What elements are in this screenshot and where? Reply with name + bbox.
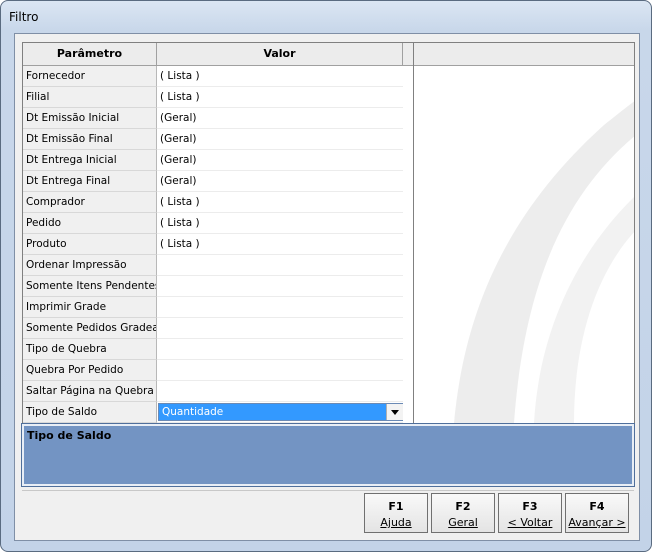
param-label: Dt Entrega Final xyxy=(23,171,157,192)
button-key: F3 xyxy=(522,500,538,513)
grid-row-tipo-de-quebra[interactable]: Tipo de Quebra xyxy=(23,339,417,360)
general-button[interactable]: F2 Geral xyxy=(431,493,495,533)
param-value[interactable]: (Geral) xyxy=(157,129,403,150)
param-label: Dt Emissão Final xyxy=(23,129,157,150)
next-button[interactable]: F4 Avançar > xyxy=(565,493,629,533)
chevron-down-icon[interactable] xyxy=(386,404,403,420)
tipo-de-saldo-cell[interactable]: Quantidade xyxy=(157,402,403,423)
help-button[interactable]: F1 Ajuda xyxy=(364,493,428,533)
param-value[interactable] xyxy=(157,255,403,276)
preview-header xyxy=(414,43,634,66)
param-label: Tipo de Saldo xyxy=(23,402,157,423)
grid-row-ordenar-impressao[interactable]: Ordenar Impressão xyxy=(23,255,417,276)
param-label: Somente Itens Pendentes xyxy=(23,276,157,297)
param-label: Saltar Página na Quebra xyxy=(23,381,157,402)
window-client-area: Parâmetro Valor Fornecedor ( Lista ) Fil… xyxy=(14,33,640,541)
grid-row-dt-emissao-final[interactable]: Dt Emissão Final (Geral) xyxy=(23,129,417,150)
preview-panel xyxy=(413,42,635,424)
watermark-swirl-icon xyxy=(454,101,634,423)
param-value[interactable]: ( Lista ) xyxy=(157,192,403,213)
grid-row-fornecedor[interactable]: Fornecedor ( Lista ) xyxy=(23,66,417,87)
param-label: Ordenar Impressão xyxy=(23,255,157,276)
grid-row-produto[interactable]: Produto ( Lista ) xyxy=(23,234,417,255)
header-parameter[interactable]: Parâmetro xyxy=(23,43,157,65)
param-label: Comprador xyxy=(23,192,157,213)
grid-row-saltar-pagina-na-quebra[interactable]: Saltar Página na Quebra xyxy=(23,381,417,402)
grid-row-imprimir-grade[interactable]: Imprimir Grade xyxy=(23,297,417,318)
grid-row-tipo-de-saldo[interactable]: Tipo de Saldo Quantidade xyxy=(23,402,417,423)
param-value[interactable]: ( Lista ) xyxy=(157,87,403,108)
header-value[interactable]: Valor xyxy=(157,43,403,65)
param-value[interactable] xyxy=(157,297,403,318)
grid-row-dt-emissao-inicial[interactable]: Dt Emissão Inicial (Geral) xyxy=(23,108,417,129)
grid-row-dt-entrega-final[interactable]: Dt Entrega Final (Geral) xyxy=(23,171,417,192)
param-label: Filial xyxy=(23,87,157,108)
button-label: Geral xyxy=(448,516,478,529)
grid-row-somente-pedidos-gradeados[interactable]: Somente Pedidos Gradead xyxy=(23,318,417,339)
param-label: Somente Pedidos Gradead xyxy=(23,318,157,339)
button-key: F4 xyxy=(589,500,605,513)
param-value[interactable] xyxy=(157,360,403,381)
button-key: F1 xyxy=(388,500,404,513)
param-value[interactable] xyxy=(157,276,403,297)
param-label: Imprimir Grade xyxy=(23,297,157,318)
param-label: Produto xyxy=(23,234,157,255)
button-label: < Voltar xyxy=(507,516,553,529)
param-value[interactable] xyxy=(157,381,403,402)
filter-window: Filtro Parâmetro Valor Fornecedor ( List… xyxy=(0,0,652,552)
param-label: Pedido xyxy=(23,213,157,234)
param-value[interactable]: (Geral) xyxy=(157,108,403,129)
button-bar: F1 Ajuda F2 Geral F3 < Voltar F4 Avançar… xyxy=(22,490,634,535)
param-label: Dt Entrega Inicial xyxy=(23,150,157,171)
param-value[interactable] xyxy=(157,339,403,360)
button-key: F2 xyxy=(455,500,471,513)
grid-row-somente-itens-pendentes[interactable]: Somente Itens Pendentes xyxy=(23,276,417,297)
description-title: Tipo de Saldo xyxy=(27,429,112,442)
grid-row-filial[interactable]: Filial ( Lista ) xyxy=(23,87,417,108)
grid-row-quebra-por-pedido[interactable]: Quebra Por Pedido xyxy=(23,360,417,381)
grid-row-pedido[interactable]: Pedido ( Lista ) xyxy=(23,213,417,234)
param-label: Quebra Por Pedido xyxy=(23,360,157,381)
back-button[interactable]: F3 < Voltar xyxy=(498,493,562,533)
dropdown-selected-value: Quantidade xyxy=(162,406,224,418)
description-panel: Tipo de Saldo xyxy=(21,423,635,487)
param-value[interactable]: (Geral) xyxy=(157,171,403,192)
grid-header: Parâmetro Valor xyxy=(23,43,417,66)
param-label: Dt Emissão Inicial xyxy=(23,108,157,129)
button-label: Avançar > xyxy=(568,516,626,529)
param-label: Tipo de Quebra xyxy=(23,339,157,360)
param-label: Fornecedor xyxy=(23,66,157,87)
param-value[interactable]: ( Lista ) xyxy=(157,234,403,255)
button-label: Ajuda xyxy=(380,516,412,529)
grid-row-dt-entrega-inicial[interactable]: Dt Entrega Inicial (Geral) xyxy=(23,150,417,171)
tipo-de-saldo-dropdown[interactable]: Quantidade xyxy=(158,403,403,421)
param-value[interactable]: ( Lista ) xyxy=(157,213,403,234)
grid-row-comprador[interactable]: Comprador ( Lista ) xyxy=(23,192,417,213)
param-value[interactable] xyxy=(157,318,403,339)
param-value[interactable]: ( Lista ) xyxy=(157,66,403,87)
parameter-grid: Parâmetro Valor Fornecedor ( Lista ) Fil… xyxy=(22,42,418,424)
param-value[interactable]: (Geral) xyxy=(157,150,403,171)
window-title: Filtro xyxy=(9,10,39,24)
